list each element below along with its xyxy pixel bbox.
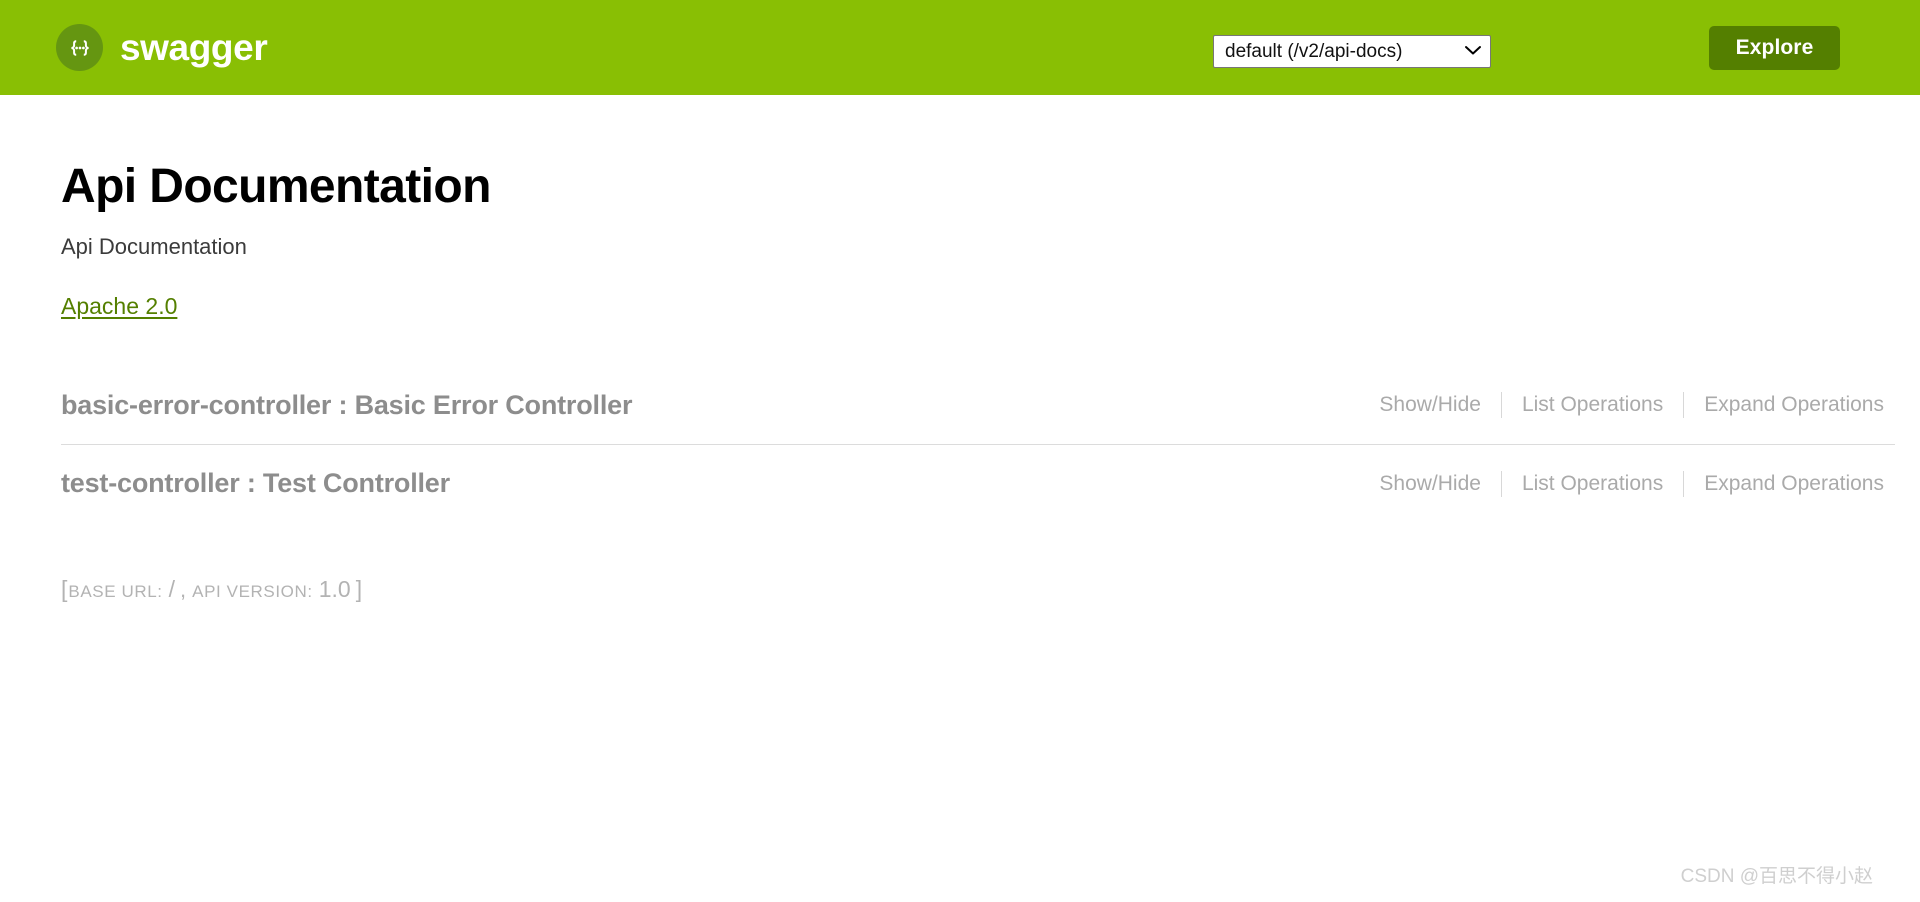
- resource-title[interactable]: test-controller : Test Controller: [61, 468, 450, 499]
- swagger-braces-icon: [56, 24, 103, 71]
- resource-row: basic-error-controller : Basic Error Con…: [61, 366, 1895, 444]
- explore-button[interactable]: Explore: [1709, 26, 1840, 70]
- api-version-value: 1.0: [318, 576, 351, 603]
- resource-operations: Show/Hide List Operations Expand Operati…: [1379, 470, 1884, 497]
- base-url-info: [ BASE URL: / , API VERSION: 1.0 ]: [61, 576, 1895, 603]
- close-bracket: ]: [355, 576, 363, 603]
- resource-row: test-controller : Test Controller Show/H…: [61, 444, 1895, 522]
- header-controls: default (/v2/api-docs) Explore: [0, 0, 1920, 95]
- swagger-brand-logo[interactable]: swagger: [56, 24, 268, 71]
- main-content: Api Documentation Api Documentation Apac…: [0, 95, 1920, 603]
- api-spec-select[interactable]: default (/v2/api-docs): [1213, 35, 1491, 68]
- api-version-label: API VERSION:: [192, 582, 313, 602]
- api-spec-select-value: default (/v2/api-docs): [1225, 41, 1403, 62]
- show-hide-link[interactable]: Show/Hide: [1379, 393, 1501, 417]
- csdn-watermark: CSDN @百思不得小赵: [1680, 866, 1873, 887]
- show-hide-link[interactable]: Show/Hide: [1379, 472, 1501, 496]
- base-url-value: /: [168, 576, 175, 603]
- license-link[interactable]: Apache 2.0: [61, 293, 177, 320]
- list-operations-link[interactable]: List Operations: [1502, 472, 1683, 496]
- resource-operations: Show/Hide List Operations Expand Operati…: [1379, 392, 1884, 419]
- expand-operations-link[interactable]: Expand Operations: [1684, 393, 1884, 417]
- chevron-down-icon: [1464, 43, 1482, 61]
- app-header: swagger default (/v2/api-docs) Explore: [0, 0, 1920, 95]
- expand-operations-link[interactable]: Expand Operations: [1684, 472, 1884, 496]
- brand-name: swagger: [120, 27, 268, 68]
- base-url-label: BASE URL:: [68, 582, 163, 602]
- page-title: Api Documentation: [61, 160, 491, 213]
- separator-comma: ,: [180, 577, 187, 603]
- resource-list: basic-error-controller : Basic Error Con…: [61, 366, 1895, 522]
- resource-title[interactable]: basic-error-controller : Basic Error Con…: [61, 390, 632, 421]
- page-description: Api Documentation: [61, 233, 247, 259]
- list-operations-link[interactable]: List Operations: [1502, 393, 1683, 417]
